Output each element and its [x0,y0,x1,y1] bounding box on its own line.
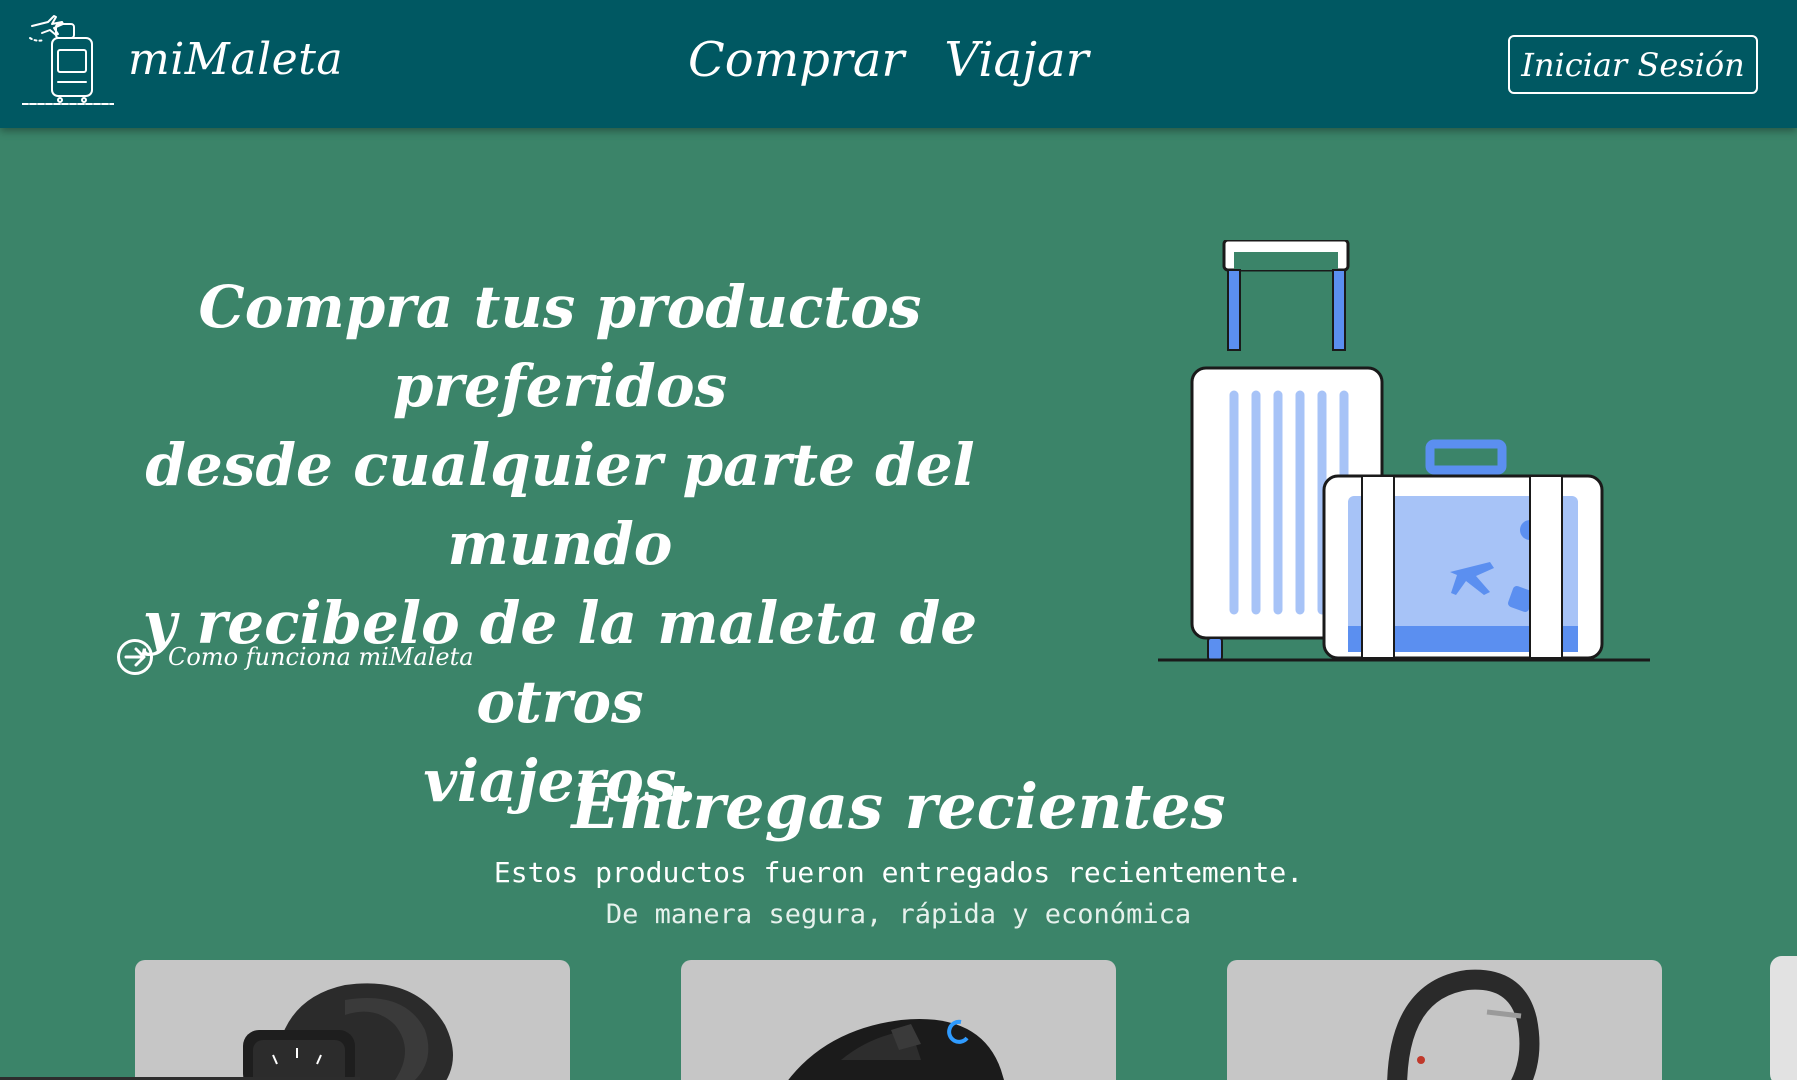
how-it-works-label: Como funciona miMaleta [168,643,474,671]
recent-deliveries-subtitle: Estos productos fueron entregados recien… [493,856,1304,889]
recent-deliveries-title: Entregas recientes [571,770,1226,843]
brand-name[interactable]: miMaleta [128,34,343,85]
hero-title: Compra tus productos preferidos desde cu… [90,268,1030,821]
suitcase-airplane-icon[interactable] [22,10,114,106]
hero-title-line: desde cualquier parte del mundo [145,431,975,578]
product-card[interactable] [135,960,570,1080]
recent-deliveries-tagline: De manera segura, rápida y económica [605,899,1192,930]
navbar: miMaleta Comprar Viajar Iniciar Sesión [0,0,1797,128]
product-card-peek[interactable] [1770,956,1797,1080]
login-button[interactable]: Iniciar Sesión [1508,35,1758,94]
nav-comprar[interactable]: Comprar [688,32,904,88]
hero-title-line: Compra tus productos preferidos [198,273,922,420]
nav-viajar[interactable]: Viajar [944,32,1088,88]
product-card[interactable] [1227,960,1662,1080]
suitcases-illustration [1158,240,1650,662]
smartwatch-image [243,983,453,1080]
gaming-mouse-image [788,1019,1004,1080]
fitness-band-image [1387,969,1540,1080]
product-card[interactable] [681,960,1116,1080]
how-it-works-link[interactable]: Como funciona miMaleta [116,638,474,676]
main-nav: Comprar Viajar [688,32,1089,88]
arrow-right-circle-icon [117,639,153,675]
